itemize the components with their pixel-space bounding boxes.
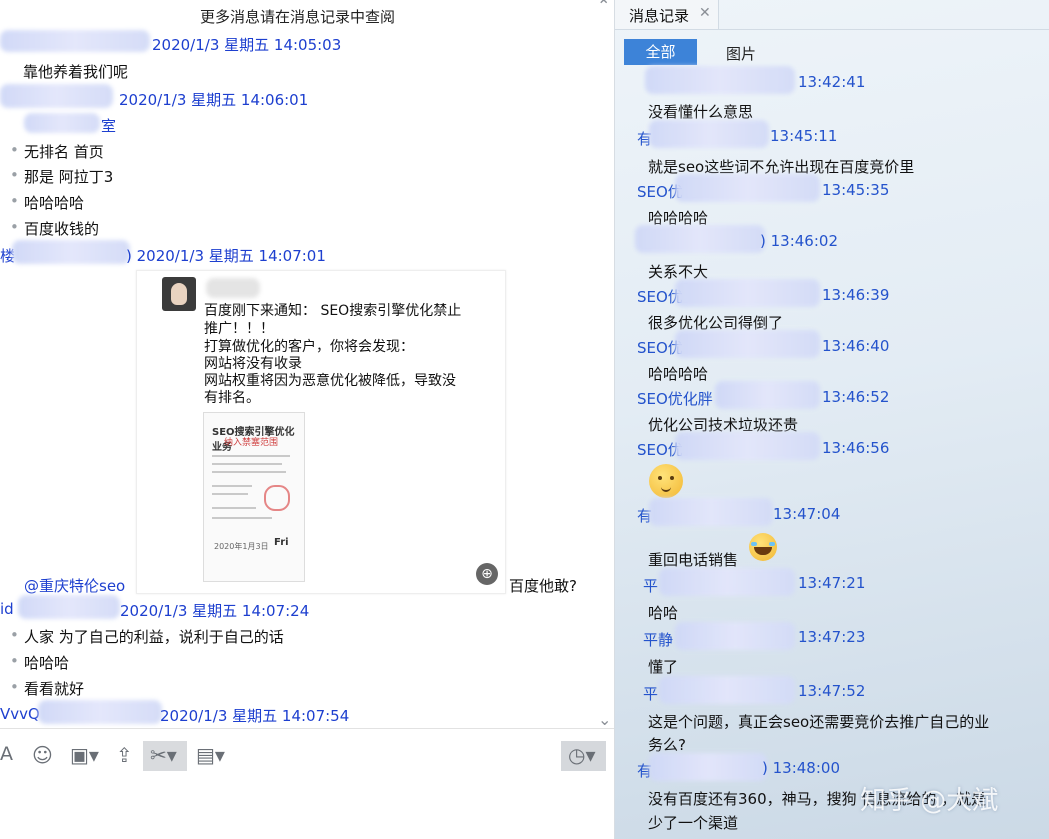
message-line: 百度收钱的 — [10, 218, 99, 239]
history-time: 13:45:35 — [822, 181, 890, 199]
upload-icon[interactable]: ⇪ — [116, 743, 133, 767]
message-fragment: 室 — [101, 117, 117, 135]
history-text-continued: 少了一个渠道 — [648, 814, 739, 832]
scroll-up-icon[interactable]: ⌃ — [597, 0, 610, 15]
history-text-continued: 务么? — [648, 736, 686, 754]
message-text: 靠他养着我们呢 — [23, 63, 129, 81]
history-time: 13:46:56 — [822, 439, 890, 457]
sender-prefix: id — [0, 600, 14, 618]
message-meta: 2020/1/3 星期五 14:07:24 — [120, 602, 310, 620]
history-time: 13:46:39 — [822, 286, 890, 304]
redacted-sender — [0, 84, 113, 108]
message-line: 哈哈哈哈 — [10, 192, 84, 213]
notice-poster: SEO搜索引擎优化业务 纳入禁塞范围 2020年1月3日 Fri — [203, 412, 305, 582]
redacted-sender — [675, 330, 820, 358]
tab-bar: 消息记录 ✕ — [615, 0, 1049, 30]
history-time: 13:46:40 — [822, 337, 890, 355]
history-prefix: 平静 — [643, 631, 674, 649]
history-time: ) 13:48:00 — [762, 759, 840, 777]
history-text: 懂了 — [648, 658, 679, 676]
history-text: 重回电话销售 — [648, 551, 739, 569]
chat-tool-icon[interactable]: ▤▾ — [196, 743, 225, 767]
message-line: 无排名 首页 — [10, 141, 104, 162]
history-prefix: SEO优化胖 — [637, 390, 713, 408]
history-time: 13:47:21 — [798, 574, 866, 592]
tab-label: 消息记录 — [629, 7, 690, 25]
history-text: 哈哈 — [648, 604, 679, 622]
history-prefix: 平 — [643, 685, 659, 703]
sender-prefix: VvvQ — [0, 705, 40, 723]
scissors-icon[interactable]: ✂▾ — [150, 743, 177, 767]
avatar — [162, 277, 196, 311]
redacted-name — [206, 278, 260, 298]
redacted-sender — [649, 120, 769, 148]
input-toolbar: A ☺ ▣▾ ⇪ ✂▾ ▤▾ ◷▾ — [0, 728, 614, 783]
redacted-sender — [675, 279, 820, 307]
redacted-sender — [38, 700, 162, 724]
close-tab-icon[interactable]: ✕ — [699, 5, 711, 21]
more-messages-notice[interactable]: 更多消息请在消息记录中查阅 — [200, 6, 395, 27]
message-meta: 2020/1/3 星期五 14:07:54 — [160, 707, 350, 725]
redacted-sender — [0, 30, 150, 52]
history-prefix: 平 — [643, 577, 659, 595]
redacted-sender — [635, 225, 765, 253]
font-icon[interactable]: A — [0, 743, 13, 765]
redacted-sender — [675, 174, 820, 202]
history-time: 13:45:11 — [770, 127, 838, 145]
history-text: 这是个问题，真正会seo还需要竞价去推广自己的业 — [648, 713, 990, 731]
history-time: 13:47:23 — [798, 628, 866, 646]
scroll-down-icon[interactable]: ⌄ — [598, 710, 611, 729]
poster-date: 2020年1月3日 — [214, 542, 269, 551]
redacted-line — [24, 113, 100, 133]
message-line: 哈哈哈 — [10, 652, 69, 673]
emoji-icon[interactable]: ☺ — [32, 743, 53, 767]
laughing-emoji-icon — [749, 533, 777, 561]
history-time: 13:42:41 — [798, 73, 866, 91]
mention[interactable]: @重庆特伦seo — [24, 575, 125, 596]
message-line: 看看就好 — [10, 678, 84, 699]
history-time: 13:46:52 — [822, 388, 890, 406]
zoom-in-icon[interactable]: ⊕ — [476, 563, 498, 585]
message-text: 百度他敢? — [509, 577, 577, 595]
history-text: 哈哈哈哈 — [648, 365, 709, 383]
history-time: 13:47:04 — [773, 505, 841, 523]
image-text-line: 有排名。 — [204, 390, 260, 406]
clock-icon[interactable]: ◷▾ — [568, 743, 596, 767]
image-text-line: 推广！！！ — [204, 321, 274, 337]
message-meta: 2020/1/3 星期五 14:06:01 — [119, 91, 309, 109]
smile-emoji-icon — [649, 464, 683, 498]
poster-day: Fri — [274, 537, 289, 548]
message-line: 那是 阿拉丁3 — [10, 166, 113, 187]
redacted-sender — [645, 66, 795, 94]
image-icon[interactable]: ▣▾ — [70, 743, 99, 767]
history-time: ) 13:46:02 — [760, 232, 838, 250]
history-time: 13:47:52 — [798, 682, 866, 700]
poster-subtitle: 纳入禁塞范围 — [224, 438, 279, 448]
message-history-pane: 消息记录 ✕ 全部 图片 13:42:41 没看懂什么意思 有 13:45:11… — [614, 0, 1049, 839]
redacted-sender — [659, 568, 795, 596]
seal-stamp — [264, 485, 290, 511]
filter-all[interactable]: 全部 — [624, 39, 697, 65]
redacted-sender — [12, 240, 130, 264]
redacted-sender — [715, 381, 820, 409]
message-line: 人家 为了自己的利益，说利于自己的话 — [10, 626, 284, 647]
history-text: 没看懂什么意思 — [648, 103, 754, 121]
redacted-sender — [675, 432, 820, 460]
redacted-sender — [649, 753, 767, 781]
chat-pane: 更多消息请在消息记录中查阅 ⌃ 2020/1/3 星期五 14:05:03 靠他… — [0, 0, 614, 839]
image-text-line: 百度刚下来通知： SEO搜索引擎优化禁止 — [204, 303, 462, 319]
message-meta: ) 2020/1/3 星期五 14:07:01 — [126, 247, 326, 265]
message-meta: 2020/1/3 星期五 14:05:03 — [152, 36, 342, 54]
redacted-sender — [649, 498, 773, 526]
redacted-sender — [675, 622, 795, 650]
redacted-sender — [659, 676, 795, 704]
watermark: 知乎 @大斌 — [860, 786, 999, 816]
filter-images[interactable]: 图片 — [726, 43, 756, 64]
redacted-sender — [18, 595, 120, 619]
